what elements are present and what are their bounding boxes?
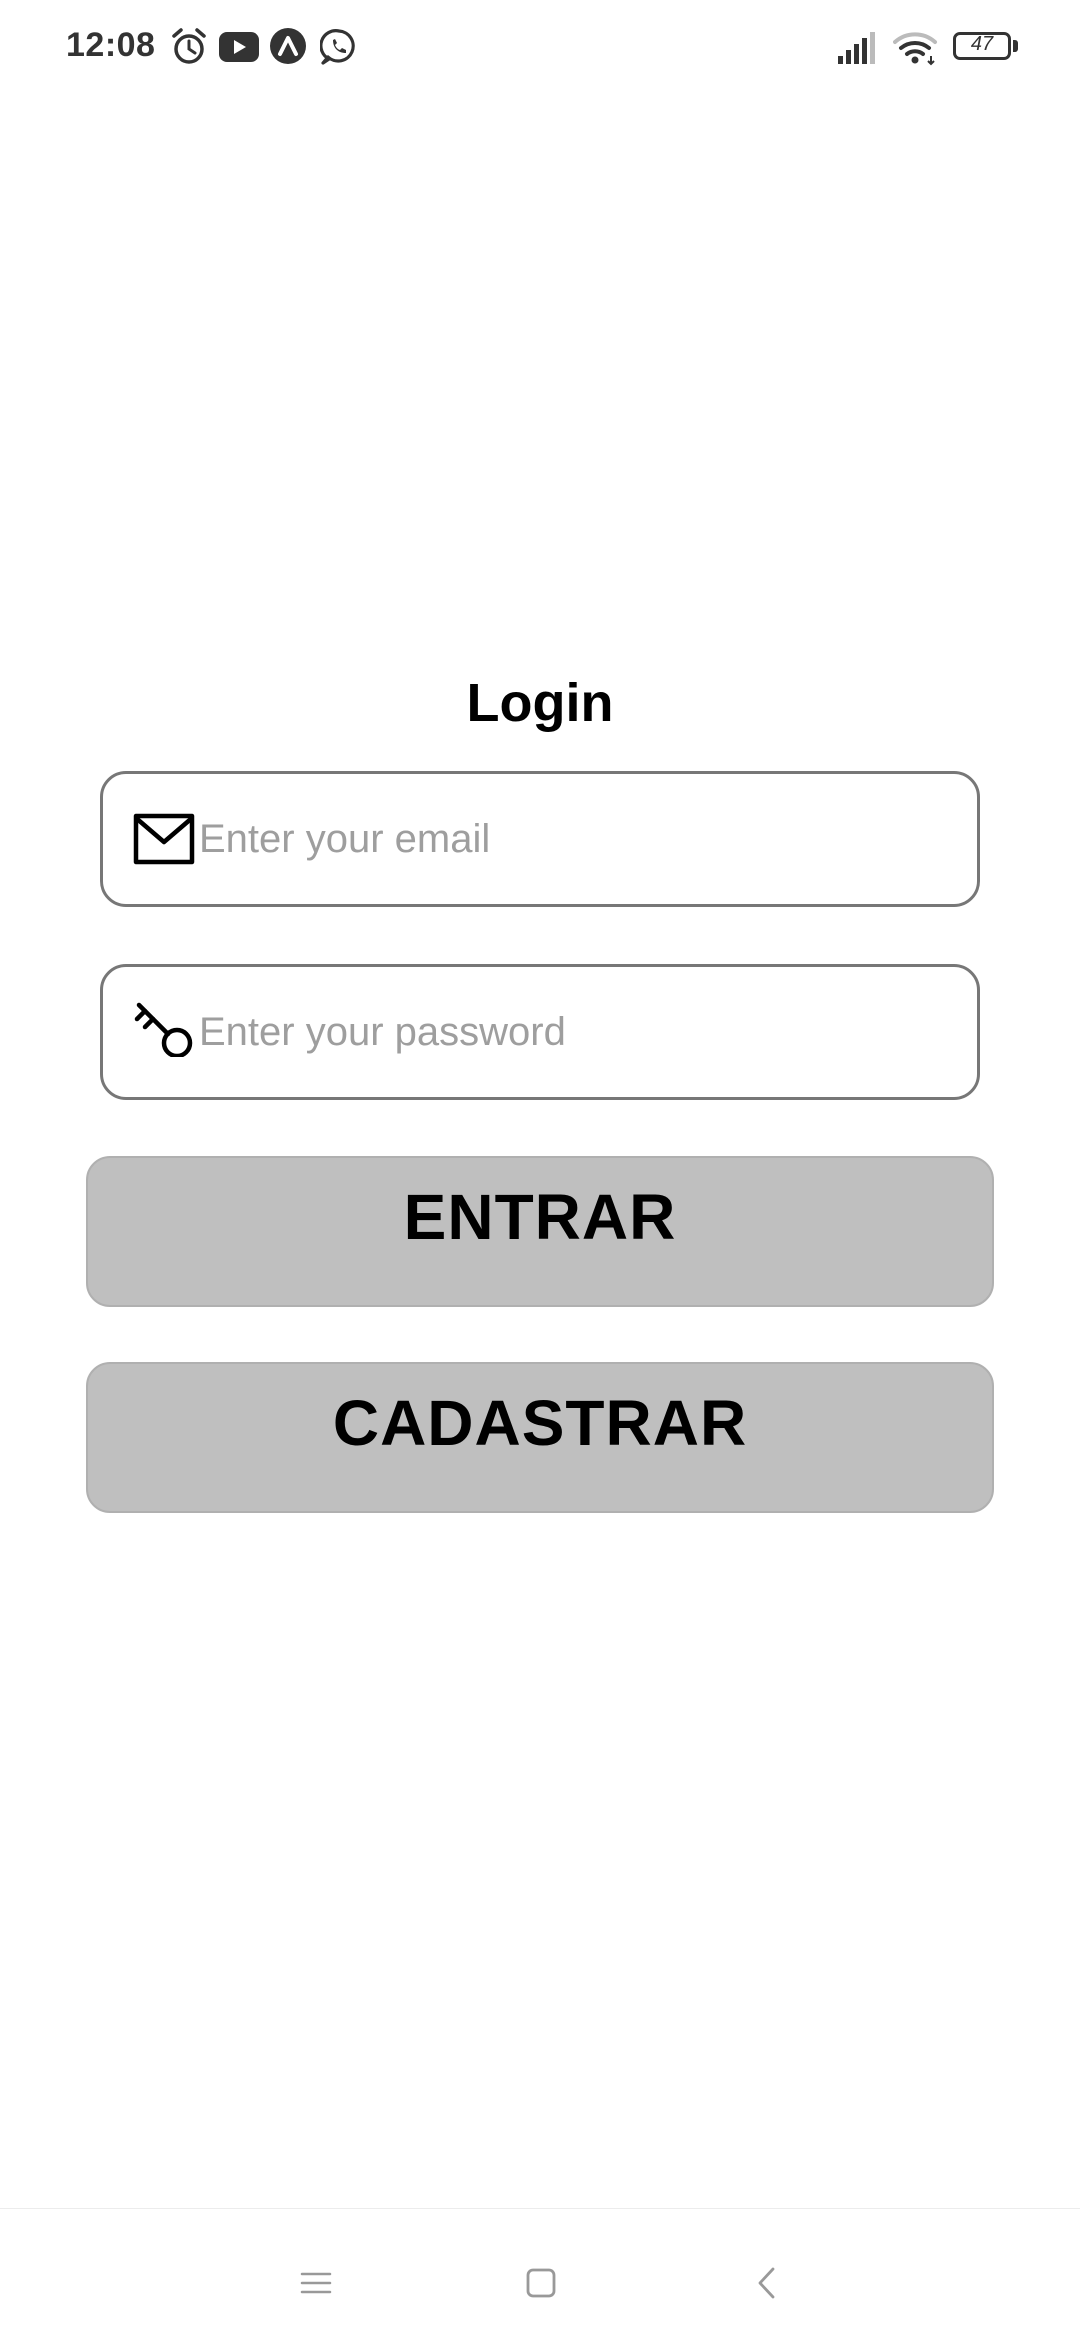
cadastrar-button-label: CADASTRAR: [332, 1387, 748, 1459]
key-icon: [134, 1002, 193, 1057]
back-chevron-icon[interactable]: [738, 2253, 798, 2313]
home-square-icon[interactable]: [511, 2253, 571, 2313]
status-bar: 12:08 47: [0, 0, 1080, 96]
cadastrar-button[interactable]: CADASTRAR: [86, 1362, 994, 1513]
wifi-icon: [893, 32, 937, 66]
menu-icon[interactable]: [286, 2253, 346, 2313]
battery-icon: 47: [953, 32, 1011, 60]
login-screen: 12:08 47 Login Enter your email ENTRAR C…: [0, 0, 1080, 2340]
envelope-icon: [133, 813, 195, 865]
password-field-container[interactable]: [100, 964, 980, 1100]
battery-level: 47: [970, 33, 994, 55]
page-title: Login: [466, 673, 614, 733]
email-field[interactable]: [199, 774, 959, 904]
email-field-container[interactable]: [100, 771, 980, 907]
entrar-button-label: ENTRAR: [403, 1181, 677, 1253]
alarm-icon: [172, 28, 206, 64]
whatsapp-icon: [320, 29, 355, 65]
arrow-up-circle-icon: [270, 28, 306, 64]
cell-signal-icon: [838, 32, 875, 64]
battery-tip: [1013, 40, 1018, 52]
system-nav-bar: [0, 2208, 1080, 2340]
password-field[interactable]: [199, 967, 959, 1097]
status-time: 12:08: [66, 26, 156, 64]
youtube-icon: [219, 32, 259, 62]
entrar-button[interactable]: ENTRAR: [86, 1156, 994, 1307]
